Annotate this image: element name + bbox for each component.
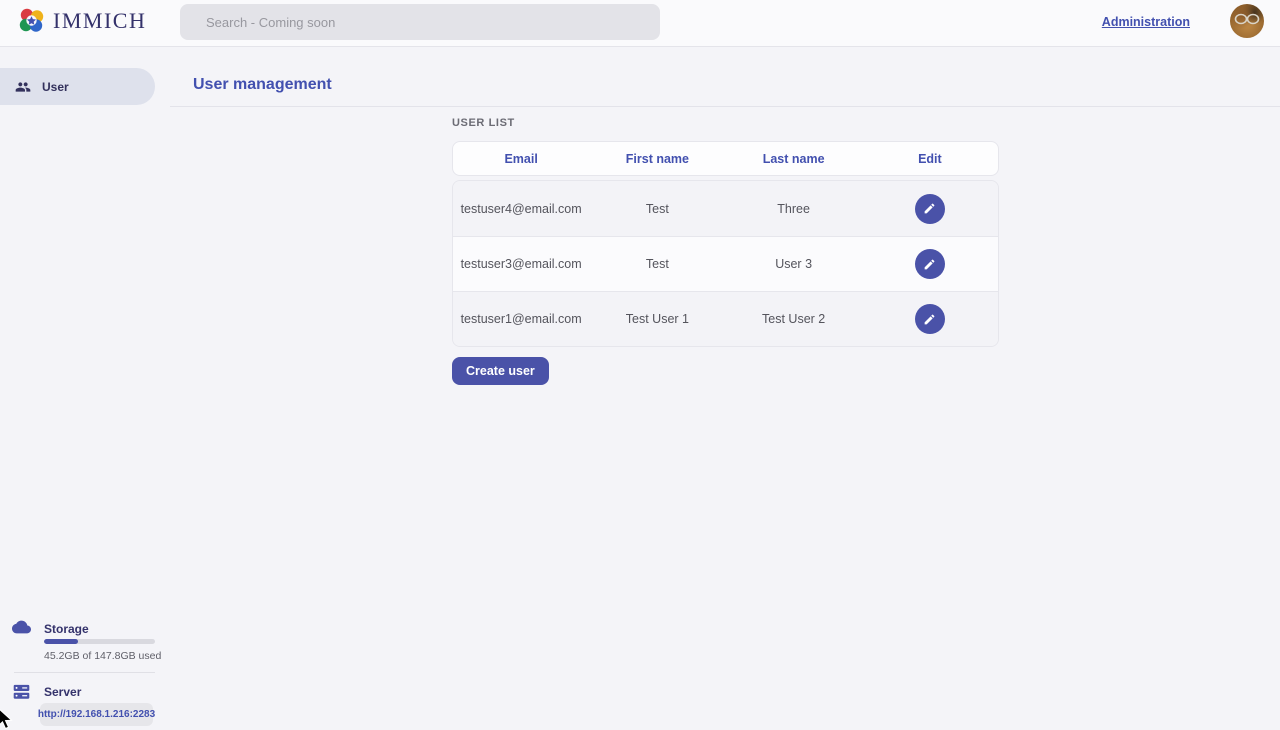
server-url-badge: http://192.168.1.216:2283 [40,703,153,726]
edit-user-button[interactable] [915,304,945,334]
cell-first-name: Test User 1 [589,312,725,326]
sidebar-item-user[interactable]: User [0,68,155,105]
edit-user-button[interactable] [915,194,945,224]
sidebar-item-user-label: User [42,80,69,94]
cell-last-name: Three [726,202,862,216]
pencil-icon [923,313,936,326]
glasses-icon [1234,12,1260,26]
column-header-email: Email [453,152,589,166]
edit-user-button[interactable] [915,249,945,279]
immich-logo[interactable]: IMMICH [18,7,146,34]
cell-first-name: Test [589,202,725,216]
table-row: testuser3@email.com Test User 3 [453,236,998,291]
storage-title: Storage [44,622,89,636]
sidebar: User Storage 45.2GB of 147.8GB used Serv… [0,47,170,730]
server-icon [13,684,30,700]
cell-email: testuser1@email.com [453,312,589,326]
pencil-icon [923,258,936,271]
storage-progress-bar [44,639,155,644]
user-avatar[interactable] [1230,4,1264,38]
table-row: testuser4@email.com Test Three [453,181,998,236]
column-header-first-name: First name [589,152,725,166]
top-bar: IMMICH Administration [0,0,1280,47]
column-header-last-name: Last name [726,152,862,166]
brand-name: IMMICH [53,8,146,34]
users-icon [15,79,31,95]
page-title: User management [193,76,332,94]
cell-first-name: Test [589,257,725,271]
table-row: testuser1@email.com Test User 1 Test Use… [453,291,998,346]
user-table: testuser4@email.com Test Three testuser3… [452,180,999,347]
immich-flower-icon [18,7,45,34]
title-divider [170,106,1280,107]
cell-email: testuser4@email.com [453,202,589,216]
user-list-label: USER LIST [452,117,515,129]
cloud-icon [12,620,31,634]
administration-link[interactable]: Administration [1102,15,1190,29]
search-input[interactable] [180,4,660,40]
cell-email: testuser3@email.com [453,257,589,271]
sidebar-divider [14,672,155,673]
user-table-header: Email First name Last name Edit [452,141,999,176]
server-title: Server [44,685,81,699]
cell-last-name: User 3 [726,257,862,271]
column-header-edit: Edit [862,152,998,166]
cell-last-name: Test User 2 [726,312,862,326]
create-user-button[interactable]: Create user [452,357,549,385]
storage-usage-text: 45.2GB of 147.8GB used [44,650,161,662]
pencil-icon [923,202,936,215]
storage-progress-fill [44,639,78,644]
